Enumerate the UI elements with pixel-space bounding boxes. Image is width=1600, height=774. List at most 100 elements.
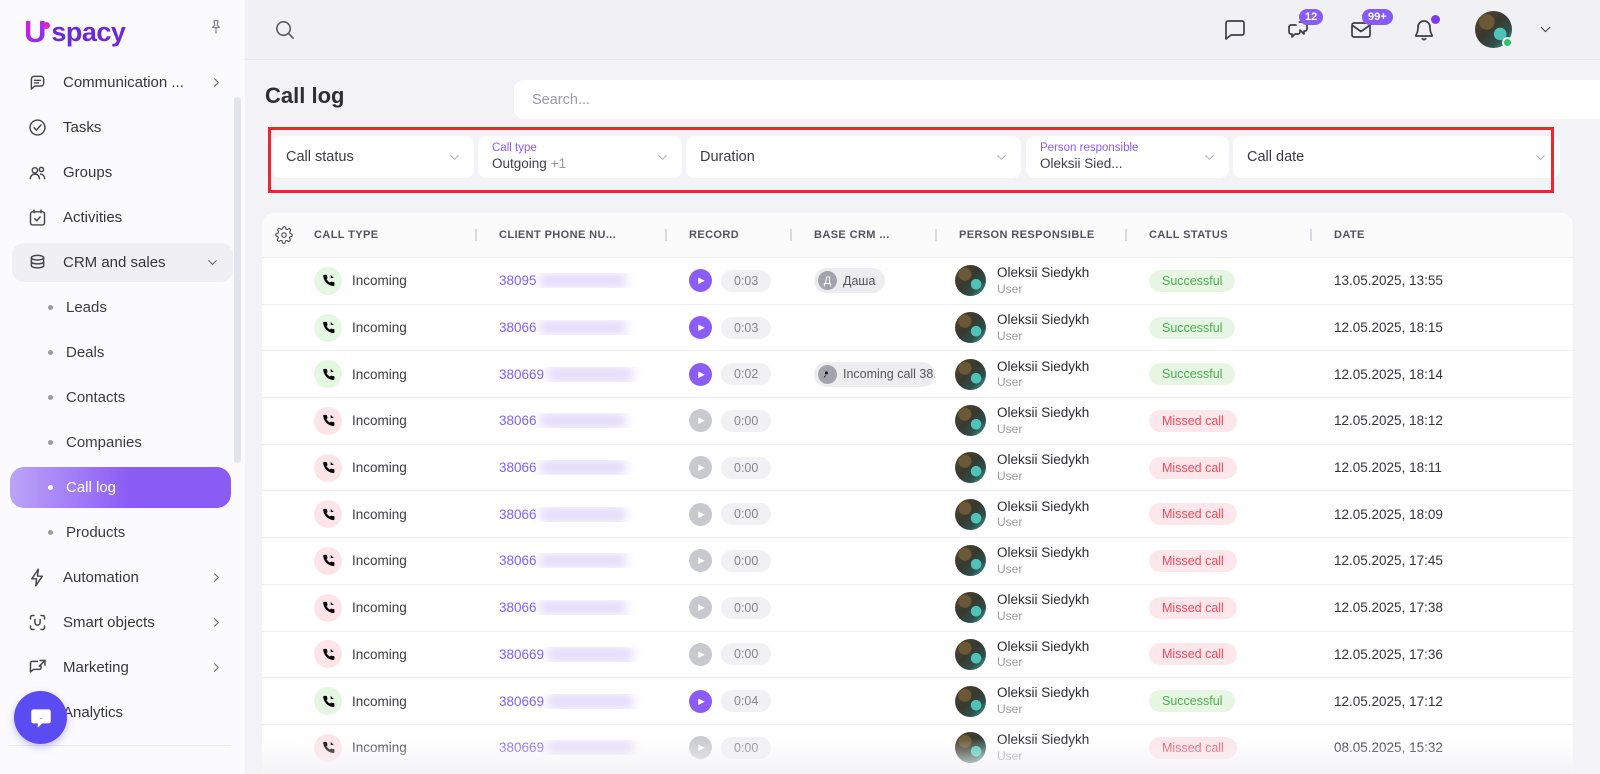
play-record-button[interactable]: ▶ bbox=[689, 269, 712, 292]
pin-sidebar-icon[interactable] bbox=[207, 18, 225, 36]
sidebar-item-groups[interactable]: Groups bbox=[0, 150, 245, 195]
sidebar-subitem-companies[interactable]: Companies bbox=[0, 420, 245, 465]
sidebar-item-automation[interactable]: Automation bbox=[0, 555, 245, 600]
person-avatar[interactable] bbox=[955, 639, 986, 670]
redacted-blur bbox=[540, 460, 626, 475]
incoming-call-icon bbox=[314, 547, 342, 575]
phone-number-link[interactable]: 38066 bbox=[499, 460, 537, 475]
search-input[interactable] bbox=[530, 91, 1600, 109]
person-avatar[interactable] bbox=[955, 545, 986, 576]
sidebar-item-activities[interactable]: Activities bbox=[0, 195, 245, 240]
phone-number-link[interactable]: 380669 bbox=[499, 647, 544, 662]
column-header-base-crm[interactable]: BASE CRM ... bbox=[790, 229, 935, 241]
redacted-blur bbox=[540, 600, 626, 615]
mail-icon[interactable]: 99+ bbox=[1349, 18, 1373, 42]
filter-call-type[interactable]: Call type Outgoing+1 bbox=[478, 136, 682, 178]
account-chevron-down-icon[interactable] bbox=[1537, 21, 1554, 38]
person-avatar[interactable] bbox=[955, 452, 986, 483]
call-type-cell: Incoming bbox=[306, 640, 475, 668]
play-record-button[interactable]: ▶ bbox=[689, 409, 712, 432]
record-cell: ▶ 0:03 bbox=[665, 269, 790, 292]
table-row: Incoming 38066 ▶ 0:00 Oleksii Siedykh Us… bbox=[262, 585, 1573, 632]
call-status-cell: Missed call bbox=[1125, 643, 1310, 665]
play-record-button[interactable]: ▶ bbox=[689, 456, 712, 479]
person-role: User bbox=[997, 469, 1089, 485]
person-avatar[interactable] bbox=[955, 499, 986, 530]
person-avatar[interactable] bbox=[955, 359, 986, 390]
sidebar-item-marketing[interactable]: Marketing bbox=[0, 645, 245, 690]
play-record-button[interactable]: ▶ bbox=[689, 316, 712, 339]
person-avatar[interactable] bbox=[955, 686, 986, 717]
groups-icon bbox=[26, 162, 48, 184]
person-avatar[interactable] bbox=[955, 312, 986, 343]
brand-logo[interactable]: Uspacy bbox=[0, 0, 245, 60]
phone-number-link[interactable]: 38095 bbox=[499, 273, 537, 288]
sidebar-subitem-leads[interactable]: Leads bbox=[0, 285, 245, 330]
phone-number-link[interactable]: 38066 bbox=[499, 320, 537, 335]
global-search-icon[interactable] bbox=[273, 18, 296, 41]
table-row: Incoming 380669 ▶ 0:02 Incoming call 38.… bbox=[262, 351, 1573, 398]
filter-person-responsible[interactable]: Person responsible Oleksii Sied... bbox=[1026, 136, 1229, 178]
filter-duration[interactable]: Duration bbox=[686, 136, 1021, 178]
filter-call-date[interactable]: Call date bbox=[1233, 136, 1560, 178]
redacted-blur bbox=[540, 273, 626, 288]
sidebar-subitem-deals[interactable]: Deals bbox=[0, 330, 245, 375]
call-type-cell: Incoming bbox=[306, 594, 475, 622]
record-cell: ▶ 0:00 bbox=[665, 549, 790, 572]
mail-badge: 99+ bbox=[1362, 9, 1393, 25]
sidebar-item-communication[interactable]: Communication ... bbox=[0, 60, 245, 105]
filter-call-status[interactable]: Call status bbox=[272, 136, 474, 178]
sidebar-item-crm-and-sales[interactable]: CRM and sales bbox=[12, 243, 233, 282]
table-settings-gear-icon[interactable] bbox=[262, 226, 306, 244]
column-header-call-status[interactable]: CALL STATUS bbox=[1125, 229, 1310, 241]
chats-icon[interactable]: 12 bbox=[1286, 18, 1310, 42]
status-badge: Missed call bbox=[1149, 457, 1237, 479]
person-avatar[interactable] bbox=[955, 592, 986, 623]
sidebar-item-label: CRM and sales bbox=[63, 254, 166, 271]
column-header-person-responsible[interactable]: PERSON RESPONSIBLE bbox=[935, 229, 1125, 241]
sidebar-subitem-call-log[interactable]: Call log bbox=[10, 467, 231, 508]
play-record-button[interactable]: ▶ bbox=[689, 643, 712, 666]
sidebar-subitem-products[interactable]: Products bbox=[0, 510, 245, 555]
person-avatar[interactable] bbox=[955, 405, 986, 436]
column-header-date[interactable]: DATE bbox=[1310, 229, 1535, 241]
record-duration: 0:03 bbox=[721, 270, 771, 292]
phone-number-link[interactable]: 38066 bbox=[499, 553, 537, 568]
column-header-client-phone-nu[interactable]: CLIENT PHONE NU... bbox=[475, 229, 665, 241]
comments-icon[interactable] bbox=[1223, 18, 1247, 42]
bullet-icon bbox=[48, 305, 53, 310]
call-type-cell: Incoming bbox=[306, 407, 475, 435]
status-badge: Successful bbox=[1149, 363, 1235, 385]
column-header-record[interactable]: RECORD bbox=[665, 229, 790, 241]
crm-entity-chip[interactable]: Incoming call 38. bbox=[814, 362, 935, 387]
play-record-button[interactable]: ▶ bbox=[689, 363, 712, 386]
play-record-button[interactable]: ▶ bbox=[689, 690, 712, 713]
client-phone-cell: 38066 bbox=[475, 413, 665, 428]
record-cell: ▶ 0:00 bbox=[665, 596, 790, 619]
play-record-button[interactable]: ▶ bbox=[689, 549, 712, 572]
phone-number-link[interactable]: 38066 bbox=[499, 413, 537, 428]
sidebar-scrollbar[interactable] bbox=[234, 97, 241, 463]
play-record-button[interactable]: ▶ bbox=[689, 596, 712, 619]
user-avatar[interactable] bbox=[1475, 11, 1512, 48]
person-avatar[interactable] bbox=[955, 265, 986, 296]
search-bar: 551 bbox=[514, 80, 1600, 119]
sidebar-item-tasks[interactable]: Tasks bbox=[0, 105, 245, 150]
phone-number-link[interactable]: 38066 bbox=[499, 507, 537, 522]
notifications-bell-icon[interactable] bbox=[1412, 18, 1436, 42]
person-responsible-cell: Oleksii Siedykh User bbox=[935, 358, 1125, 391]
sidebar-item-smart-objects[interactable]: Smart objects bbox=[0, 600, 245, 645]
chat-widget-button[interactable] bbox=[14, 691, 67, 744]
phone-number-link[interactable]: 380669 bbox=[499, 367, 544, 382]
phone-number-link[interactable]: 380669 bbox=[499, 694, 544, 709]
sidebar-subitem-contacts[interactable]: Contacts bbox=[0, 375, 245, 420]
play-record-button[interactable]: ▶ bbox=[689, 503, 712, 526]
play-record-button[interactable]: ▶ bbox=[689, 736, 712, 759]
call-date: 12.05.2025, 18:14 bbox=[1334, 367, 1443, 382]
phone-number-link[interactable]: 38066 bbox=[499, 600, 537, 615]
person-avatar[interactable] bbox=[955, 732, 986, 763]
phone-number-link[interactable]: 380669 bbox=[499, 740, 544, 755]
column-header-call-type[interactable]: CALL TYPE bbox=[306, 229, 475, 241]
crm-entity-chip[interactable]: Д Даша bbox=[814, 268, 885, 293]
call-status-cell: Successful bbox=[1125, 317, 1310, 339]
